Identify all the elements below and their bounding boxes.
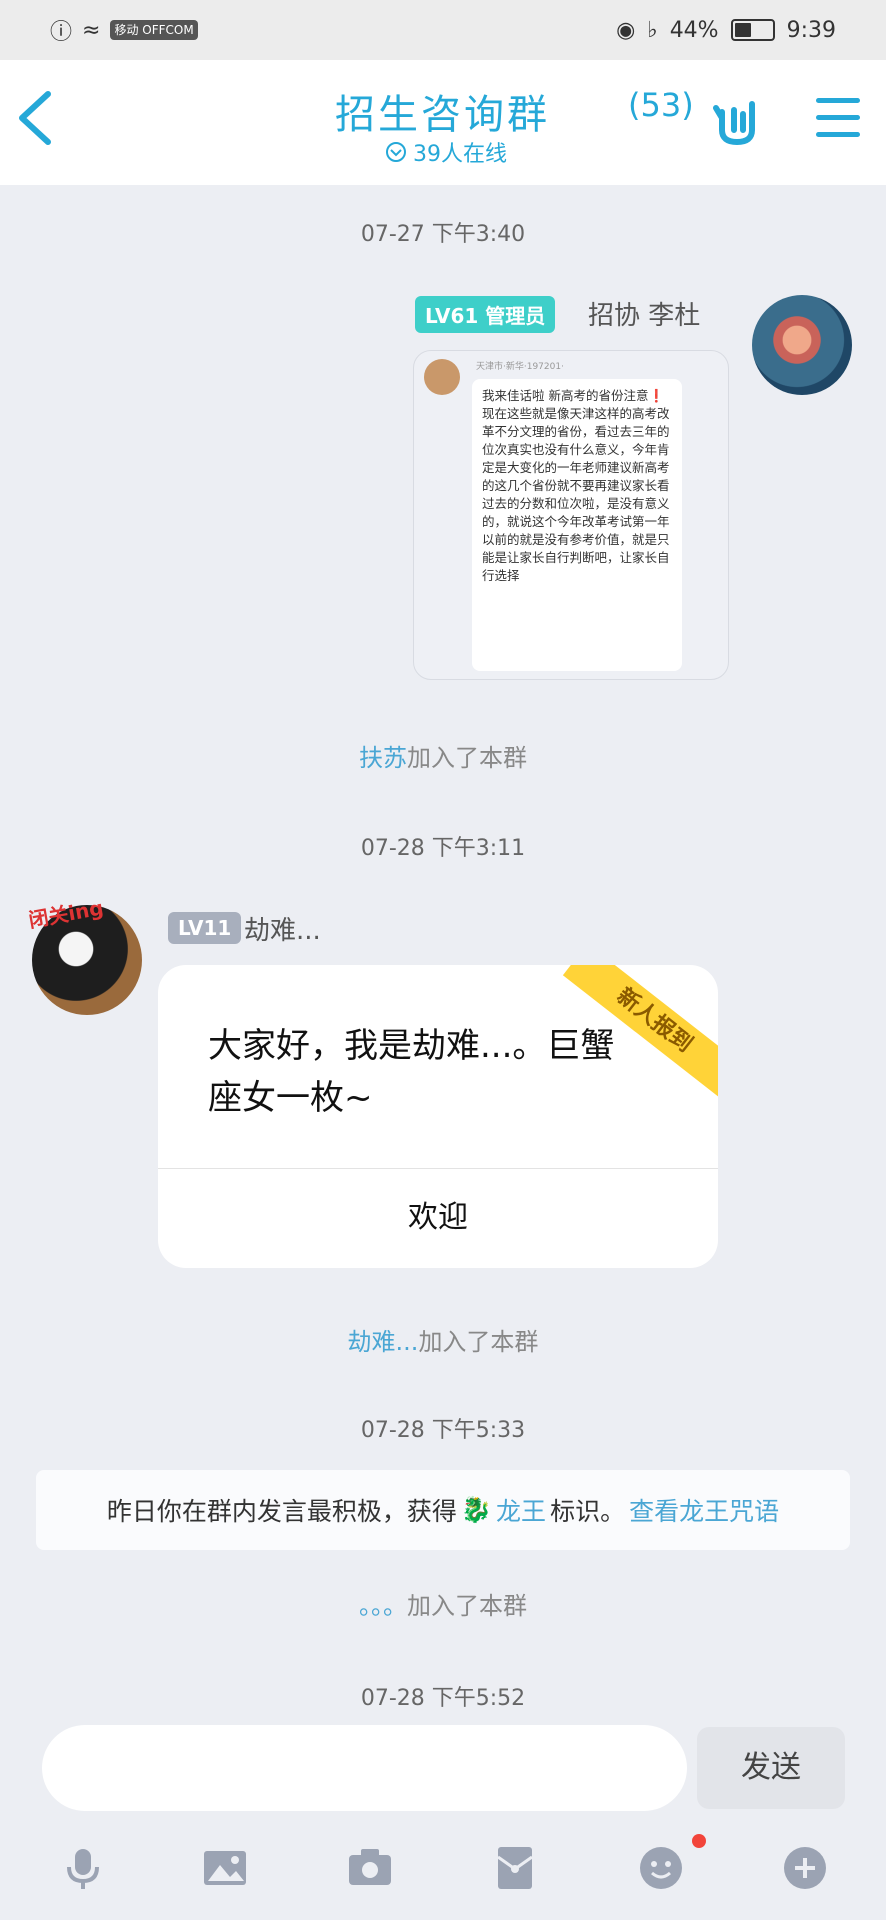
chat-header: 招生咨询群 (53) 39人在线	[0, 60, 886, 185]
clock: 9:39	[786, 17, 836, 43]
notification-dot	[692, 1834, 706, 1848]
newcomer-card: 新人报到 大家好，我是劫难...。巨蟹座女一枚~ 欢迎	[158, 965, 718, 1268]
banner-text-2: 标识。	[550, 1497, 626, 1526]
dragon-title: 龙王	[496, 1497, 547, 1526]
send-button[interactable]: 发送	[697, 1727, 845, 1809]
joiner-name[interactable]: 扶苏	[359, 744, 407, 772]
card-text: 大家好，我是劫难...。巨蟹座女一枚~	[208, 1026, 615, 1118]
member-count: (53)	[628, 86, 694, 124]
chevron-down-icon	[386, 142, 406, 162]
online-count: 39人在线	[413, 142, 507, 167]
level-admin-badge: LV61 管理员	[415, 296, 556, 333]
screenshot-header: 天津市·新华·197201·	[476, 362, 564, 372]
screenshot-text: 我来佳话啦 新高考的省份注意❗现在这些就是像天津这样的高考改革不分文理的省份，看…	[472, 379, 682, 671]
red-packet-icon[interactable]	[490, 1843, 540, 1893]
joiner-name[interactable]: 。。。	[359, 1592, 407, 1620]
message-input[interactable]	[42, 1725, 687, 1811]
system-join-message: 扶苏加入了本群	[0, 738, 886, 773]
carrier-badge: 移动 OFFCOM	[110, 20, 198, 40]
level-badge: LV11	[168, 912, 242, 944]
system-join-message: 。。。加入了本群	[0, 1586, 886, 1621]
sender-name: 招协 李杜	[588, 301, 701, 331]
timestamp: 07-28 下午3:11	[360, 836, 526, 861]
timestamp: 07-27 下午3:40	[360, 222, 526, 247]
timestamp: 07-28 下午5:52	[360, 1686, 526, 1711]
input-toolbar	[0, 1835, 886, 1905]
mute-bell-icon: ♭	[647, 17, 658, 43]
status-bar: ⓘ ≈ 移动 OFFCOM ◉ ♭ 44% 9:39	[0, 0, 886, 60]
view-dragon-link[interactable]: 查看龙王咒语	[629, 1492, 779, 1528]
join-text: 加入了本群	[407, 744, 527, 772]
banner-text: 昨日你在群内发言最积极，获得	[106, 1497, 457, 1526]
dragon-icon: 🐉	[460, 1495, 493, 1524]
wifi-icon: ≈	[82, 17, 101, 43]
timestamp: 07-28 下午5:33	[360, 1418, 526, 1443]
eye-icon: ◉	[616, 17, 636, 43]
camera-icon[interactable]	[345, 1843, 395, 1893]
avatar[interactable]	[752, 295, 852, 395]
join-text: 加入了本群	[418, 1328, 539, 1356]
plus-icon[interactable]	[780, 1843, 830, 1893]
mic-icon[interactable]	[58, 1843, 108, 1893]
sender-name: 劫难...	[244, 916, 321, 946]
image-icon[interactable]	[200, 1843, 250, 1893]
image-message[interactable]: 天津市·新华·197201· 我来佳话啦 新高考的省份注意❗现在这些就是像天津这…	[413, 350, 729, 680]
role-text: 管理员	[485, 304, 546, 328]
hand-gesture-icon[interactable]	[712, 90, 762, 150]
dragon-king-banner: 昨日你在群内发言最积极，获得 🐉 龙王 标识。 查看龙王咒语	[36, 1470, 850, 1550]
online-status[interactable]: 39人在线	[385, 136, 507, 168]
join-text: 加入了本群	[407, 1592, 527, 1620]
group-title[interactable]: 招生咨询群	[335, 82, 550, 140]
back-icon[interactable]	[12, 88, 62, 148]
level-text: LV61	[425, 304, 479, 328]
welcome-button[interactable]: 欢迎	[158, 1168, 718, 1268]
system-join-message: 劫难...加入了本群	[0, 1322, 886, 1357]
emoji-icon[interactable]	[636, 1843, 686, 1893]
screenshot-avatar	[424, 359, 460, 395]
battery-percent: 44%	[669, 17, 719, 43]
alert-icon: ⓘ	[50, 20, 73, 45]
menu-icon[interactable]	[816, 98, 860, 140]
battery-icon	[730, 19, 775, 41]
joiner-name[interactable]: 劫难...	[348, 1328, 419, 1356]
